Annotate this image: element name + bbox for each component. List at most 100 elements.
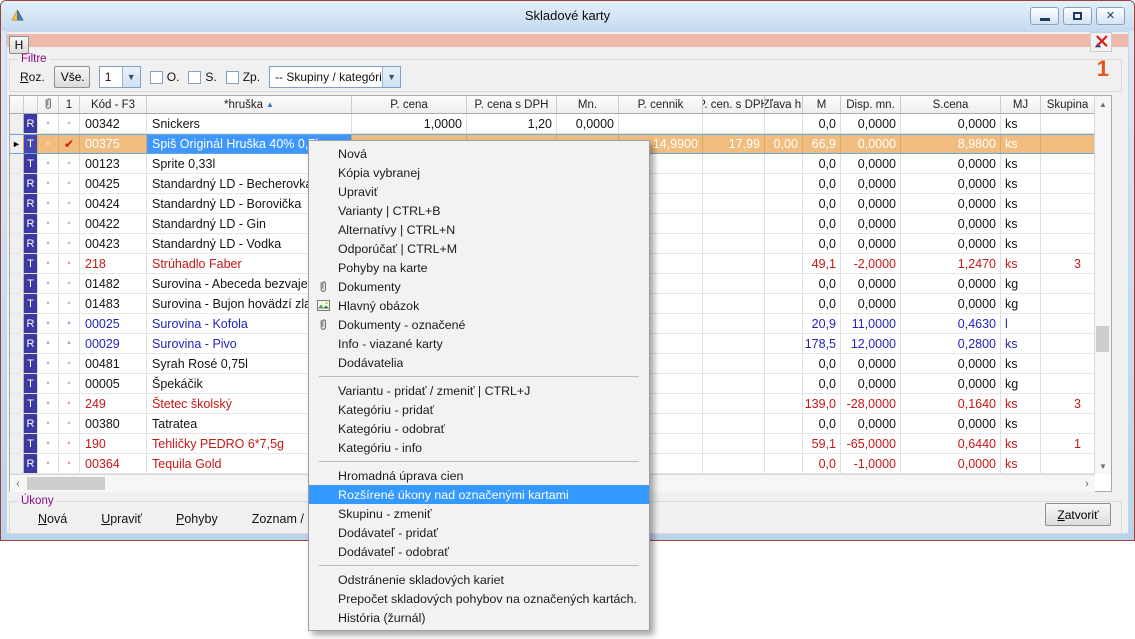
cell-m: 0,0 [803,174,841,193]
titlebar[interactable]: Skladové karty ✕ [1,1,1134,31]
menu-item[interactable]: Upraviť [309,182,649,201]
row-selector[interactable] [10,334,24,353]
menu-item[interactable]: Kópia vybranej [309,163,649,182]
vertical-scrollbar[interactable]: ▲ ▼ [1094,96,1111,474]
row-selector[interactable] [10,454,24,473]
row-selector[interactable] [10,194,24,213]
checkbox-zp[interactable] [226,71,239,84]
menu-item[interactable]: Kategóriu - pridať [309,400,649,419]
menu-item[interactable]: Rozšírené úkony nad označenými kartami [309,485,649,504]
menu-item[interactable]: Odstránenie skladových kariet [309,570,649,589]
horizontal-scrollbar-thumb[interactable] [27,477,105,490]
cell-mj: ks [1001,394,1041,413]
menu-item[interactable]: Dokumenty [309,277,649,296]
menu-item[interactable]: Odporúčať | CTRL+M [309,239,649,258]
column-header-s_cena[interactable]: S.cena [901,96,1001,113]
cell-p_cen_dph [703,454,765,473]
row-selector[interactable] [10,174,24,193]
maximize-button[interactable] [1063,7,1092,25]
cell-skupina [1041,114,1095,133]
exit-filter-icon[interactable] [1090,32,1112,52]
column-header-clip[interactable] [38,96,59,113]
row-selector[interactable] [10,274,24,293]
menu-item[interactable]: Prepočet skladových pohybov na označenýc… [309,589,649,608]
scroll-right-icon[interactable]: › [1079,475,1095,492]
row-selector[interactable] [10,354,24,373]
chevron-down-icon[interactable]: ▼ [382,67,400,87]
scroll-up-icon[interactable]: ▲ [1095,96,1111,112]
menu-item[interactable]: Hlavný obázok [309,296,649,315]
cell-mj: ks [1001,135,1041,153]
cell-zlava [765,114,803,133]
row-selector[interactable] [10,214,24,233]
chevron-down-icon[interactable]: ▼ [122,67,140,87]
menu-item[interactable]: Dodávateľ - pridať [309,523,649,542]
number-combobox[interactable]: 1 ▼ [99,66,141,88]
close-button[interactable]: ✕ [1096,7,1125,25]
image-icon [309,300,338,311]
h-button[interactable]: H [9,36,29,54]
scroll-left-icon[interactable]: ‹ [10,475,26,492]
row-selector[interactable] [10,394,24,413]
row-selector[interactable] [10,234,24,253]
action-upravit[interactable]: Upraviť [101,512,142,526]
column-header-code[interactable]: Kód - F3 [80,96,147,113]
row-selector[interactable] [10,154,24,173]
cell-code: 00380 [80,414,147,433]
cell-code: 00481 [80,354,147,373]
checkbox-o[interactable] [150,71,163,84]
vse-button[interactable]: Vše. [54,66,90,88]
menu-item[interactable]: História (žurnál) [309,608,649,627]
row-selector[interactable] [10,314,24,333]
row-selector[interactable] [10,434,24,453]
scroll-down-icon[interactable]: ▼ [1095,458,1111,474]
menu-item[interactable]: Hromadná úprava cien [309,466,649,485]
column-header-p_cena[interactable]: P. cena [352,96,467,113]
column-header-skupina[interactable]: Skupina [1041,96,1095,113]
column-header-disp[interactable]: Disp. mn. [841,96,901,113]
menu-item[interactable]: Nová [309,144,649,163]
cell-p_cen_dph [703,314,765,333]
row-selector[interactable] [10,414,24,433]
menu-item[interactable]: Variantu - pridať / zmeniť | CTRL+J [309,381,649,400]
row-selector[interactable]: ► [10,135,24,153]
column-header-sel[interactable] [10,96,24,113]
cell-zlava [765,434,803,453]
menu-item[interactable]: Dokumenty - označené [309,315,649,334]
menu-item[interactable]: Skupinu - zmeniť [309,504,649,523]
row-selector[interactable] [10,294,24,313]
table-row[interactable]: R◦◦00342Snickers1,00001,200,00000,00,000… [10,114,1095,134]
zatvorit-button[interactable]: Zatvoriť [1045,503,1111,526]
paperclip-icon [309,318,338,331]
column-header-zlava[interactable]: Zľava h. [765,96,803,113]
minimize-button[interactable] [1030,7,1059,25]
menu-item[interactable]: Dodávatelia [309,353,649,372]
menu-item[interactable]: Varianty | CTRL+B [309,201,649,220]
menu-item[interactable]: Alternatívy | CTRL+N [309,220,649,239]
column-header-m[interactable]: M [803,96,841,113]
menu-item[interactable]: Info - viazané karty [309,334,649,353]
column-header-mn[interactable]: Mn. [557,96,619,113]
row-selector[interactable] [10,114,24,133]
column-header-mj[interactable]: MJ [1001,96,1041,113]
attachment-marker: ◦ [38,274,59,293]
group-combobox[interactable]: -- Skupiny / kategórie -- ▼ [269,66,401,88]
menu-item[interactable]: Kategóriu - info [309,438,649,457]
action-pohyby[interactable]: Pohyby [176,512,218,526]
cell-disp: 0,0000 [841,114,901,133]
column-header-badge[interactable] [24,96,38,113]
menu-item[interactable]: Pohyby na karte [309,258,649,277]
column-header-p_cennik[interactable]: P. cennik [619,96,703,113]
action-nova[interactable]: Nová [38,512,67,526]
checkbox-s[interactable] [188,71,201,84]
column-header-p_cena_dph[interactable]: P. cena s DPH [467,96,557,113]
cell-p_cena_dph: 1,20 [467,114,557,133]
row-selector[interactable] [10,254,24,273]
menu-item[interactable]: Dodávateľ - odobrať [309,542,649,561]
column-header-name[interactable]: *hruška▲ [147,96,352,113]
vertical-scrollbar-thumb[interactable] [1096,326,1109,352]
row-selector[interactable] [10,374,24,393]
column-header-one[interactable]: 1 [59,96,80,113]
menu-item[interactable]: Kategóriu - odobrať [309,419,649,438]
column-header-p_cen_dph[interactable]: P. cen. s DPH [703,96,765,113]
